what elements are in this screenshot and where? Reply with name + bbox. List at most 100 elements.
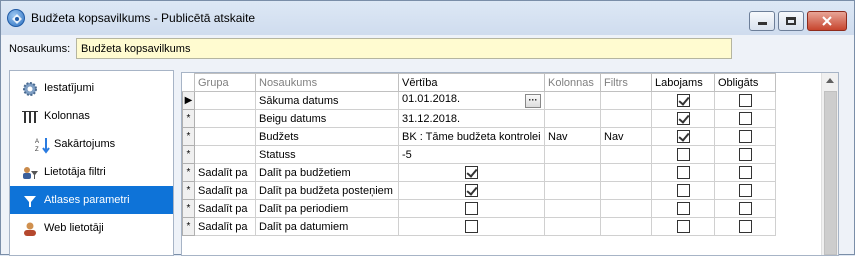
cell-obligats[interactable] xyxy=(714,163,776,182)
ellipsis-button[interactable]: ··· xyxy=(525,94,541,108)
cell-grupa[interactable] xyxy=(194,91,256,110)
table-row[interactable]: * Statuss -5 xyxy=(182,145,776,164)
minimize-button[interactable] xyxy=(749,11,775,31)
obligats-checkbox[interactable] xyxy=(738,94,752,107)
table-row[interactable]: * Sadalīt pa Dalīt pa budžetiem xyxy=(182,163,776,182)
cell-obligats[interactable] xyxy=(714,181,776,200)
cell-nosaukums[interactable]: Beigu datums xyxy=(255,109,399,128)
labojams-checkbox[interactable] xyxy=(676,130,690,143)
vertical-scrollbar[interactable] xyxy=(821,73,838,255)
cell-nosaukums[interactable]: Dalīt pa budžeta posteņiem xyxy=(255,181,399,200)
column-header-filtrs[interactable]: Filtrs xyxy=(600,73,652,92)
cell-filtrs[interactable] xyxy=(600,91,652,110)
sidebar-item-sakartojums[interactable]: AZ Sakārtojums xyxy=(10,130,173,158)
cell-labojams[interactable] xyxy=(651,181,715,200)
cell-grupa[interactable]: Sadalīt pa xyxy=(194,163,256,182)
cell-filtrs[interactable] xyxy=(600,181,652,200)
cell-labojams[interactable] xyxy=(651,199,715,218)
row-selector[interactable]: ▶ xyxy=(182,91,195,110)
obligats-checkbox[interactable] xyxy=(738,184,752,197)
vertiba-checkbox[interactable] xyxy=(465,166,478,179)
cell-grupa[interactable]: Sadalīt pa xyxy=(194,181,256,200)
obligats-checkbox[interactable] xyxy=(738,148,752,161)
labojams-checkbox[interactable] xyxy=(676,220,690,233)
column-header-nosaukums[interactable]: Nosaukums xyxy=(255,73,399,92)
cell-filtrs[interactable] xyxy=(600,109,652,128)
row-selector[interactable]: * xyxy=(182,181,195,200)
cell-labojams[interactable] xyxy=(651,145,715,164)
cell-nosaukums[interactable]: Dalīt pa datumiem xyxy=(255,217,399,236)
row-selector[interactable]: * xyxy=(182,163,195,182)
cell-kolonnas[interactable] xyxy=(544,91,601,110)
cell-grupa[interactable]: Sadalīt pa xyxy=(194,199,256,218)
cell-vertiba[interactable] xyxy=(398,217,545,236)
cell-vertiba[interactable] xyxy=(398,163,545,182)
column-header-vertiba[interactable]: Vērtība xyxy=(398,73,545,92)
column-header-grupa[interactable]: Grupa xyxy=(194,73,256,92)
cell-labojams[interactable] xyxy=(651,91,715,110)
table-row[interactable]: * Sadalīt pa Dalīt pa budžeta posteņiem xyxy=(182,181,776,200)
labojams-checkbox[interactable] xyxy=(676,148,690,161)
cell-obligats[interactable] xyxy=(714,127,776,146)
cell-vertiba[interactable] xyxy=(398,199,545,218)
cell-filtrs[interactable] xyxy=(600,217,652,236)
cell-kolonnas[interactable] xyxy=(544,199,601,218)
cell-nosaukums[interactable]: Statuss xyxy=(255,145,399,164)
labojams-checkbox[interactable] xyxy=(676,202,690,215)
table-row[interactable]: * Sadalīt pa Dalīt pa datumiem xyxy=(182,217,776,236)
cell-labojams[interactable] xyxy=(651,127,715,146)
cell-vertiba[interactable]: 01.01.2018. ··· xyxy=(398,91,545,110)
table-row[interactable]: * Beigu datums 31.12.2018. xyxy=(182,109,776,128)
row-selector[interactable]: * xyxy=(182,217,195,236)
cell-labojams[interactable] xyxy=(651,109,715,128)
obligats-checkbox[interactable] xyxy=(738,220,752,233)
sidebar-item-kolonnas[interactable]: Kolonnas xyxy=(10,102,173,130)
cell-kolonnas[interactable] xyxy=(544,217,601,236)
maximize-button[interactable] xyxy=(778,11,804,31)
cell-labojams[interactable] xyxy=(651,217,715,236)
table-row[interactable]: ▶ Sākuma datums 01.01.2018. ··· xyxy=(182,91,776,110)
name-input[interactable] xyxy=(76,38,732,59)
cell-filtrs[interactable] xyxy=(600,199,652,218)
sidebar-item-atlases-parametri[interactable]: Atlases parametri xyxy=(10,186,173,214)
close-button[interactable] xyxy=(807,11,847,31)
row-selector[interactable]: * xyxy=(182,145,195,164)
cell-obligats[interactable] xyxy=(714,145,776,164)
cell-obligats[interactable] xyxy=(714,217,776,236)
cell-kolonnas[interactable]: Nav xyxy=(544,127,601,146)
cell-nosaukums[interactable]: Sākuma datums xyxy=(255,91,399,110)
table-row[interactable]: * Sadalīt pa Dalīt pa periodiem xyxy=(182,199,776,218)
labojams-checkbox[interactable] xyxy=(676,94,690,107)
obligats-checkbox[interactable] xyxy=(738,130,752,143)
cell-vertiba[interactable]: -5 xyxy=(398,145,545,164)
vertiba-checkbox[interactable] xyxy=(465,184,478,197)
cell-obligats[interactable] xyxy=(714,199,776,218)
column-header-obligats[interactable]: Obligāts xyxy=(714,73,776,92)
labojams-checkbox[interactable] xyxy=(676,166,690,179)
sidebar-item-web-lietotaji[interactable]: Web lietotāji xyxy=(10,214,173,242)
sidebar-item-lietotaja-filtri[interactable]: Lietotāja filtri xyxy=(10,158,173,186)
cell-vertiba[interactable] xyxy=(398,181,545,200)
scroll-thumb[interactable] xyxy=(824,91,837,255)
cell-obligats[interactable] xyxy=(714,109,776,128)
cell-filtrs[interactable]: Nav xyxy=(600,127,652,146)
cell-grupa[interactable] xyxy=(194,145,256,164)
table-row[interactable]: * Budžets BK : Tāme budžeta kontrolei Nav Na… xyxy=(182,127,776,146)
obligats-checkbox[interactable] xyxy=(738,166,752,179)
cell-vertiba[interactable]: 31.12.2018. xyxy=(398,109,545,128)
cell-vertiba[interactable]: BK : Tāme budžeta kontrolei xyxy=(398,127,545,146)
cell-filtrs[interactable] xyxy=(600,163,652,182)
cell-kolonnas[interactable] xyxy=(544,181,601,200)
cell-kolonnas[interactable] xyxy=(544,163,601,182)
cell-obligats[interactable] xyxy=(714,91,776,110)
cell-nosaukums[interactable]: Budžets xyxy=(255,127,399,146)
cell-kolonnas[interactable] xyxy=(544,109,601,128)
cell-filtrs[interactable] xyxy=(600,145,652,164)
sidebar-item-iestatijumi[interactable]: Iestatījumi xyxy=(10,74,173,102)
column-header-kolonnas[interactable]: Kolonnas xyxy=(544,73,601,92)
labojams-checkbox[interactable] xyxy=(676,112,690,125)
cell-grupa[interactable] xyxy=(194,109,256,128)
vertiba-checkbox[interactable] xyxy=(465,202,478,215)
row-selector[interactable]: * xyxy=(182,127,195,146)
vertiba-checkbox[interactable] xyxy=(465,220,478,233)
